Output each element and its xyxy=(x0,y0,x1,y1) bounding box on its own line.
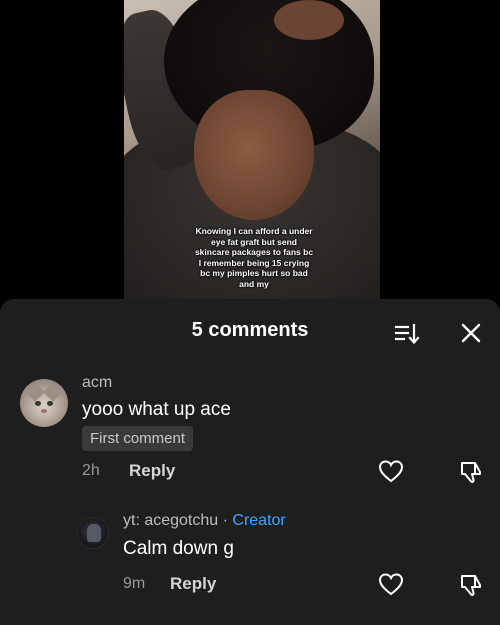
sort-icon[interactable] xyxy=(393,320,421,348)
cat-avatar[interactable] xyxy=(20,379,68,427)
thumbs-down-icon[interactable] xyxy=(458,459,484,485)
comments-title: 5 comments xyxy=(191,319,309,341)
username-separator: · xyxy=(218,512,233,529)
cat-ear-icon xyxy=(43,382,63,402)
reply-username-text[interactable]: yt: acegotchu xyxy=(123,512,218,529)
video-frame[interactable]: Knowing I can afford a under eye fat gra… xyxy=(124,0,380,305)
close-icon[interactable] xyxy=(457,319,485,347)
first-comment-badge: First comment xyxy=(82,426,194,451)
cat-nose-icon xyxy=(41,409,47,413)
cat-eye-icon xyxy=(47,401,53,406)
reply-username[interactable]: yt: acegotchu · Creator xyxy=(123,512,286,530)
video-subject-face xyxy=(194,90,314,220)
cat-ear-icon xyxy=(25,382,45,402)
video-caption: Knowing I can afford a under eye fat gra… xyxy=(194,226,314,289)
video-subject-hand xyxy=(274,0,344,40)
reply-button[interactable]: Reply xyxy=(129,461,175,481)
avatar-figure-icon xyxy=(87,524,101,542)
like-icon[interactable] xyxy=(378,459,404,485)
comment-username[interactable]: acm xyxy=(82,374,112,392)
creator-label: Creator xyxy=(232,512,286,529)
reply-text: Calm down g xyxy=(123,538,234,559)
comment-text: yooo what up ace xyxy=(82,399,231,420)
user-avatar[interactable] xyxy=(77,517,109,549)
reply-timestamp: 9m xyxy=(123,575,146,592)
comments-sheet: 5 comments acm yooo what up ace First co… xyxy=(0,299,500,625)
reply-button[interactable]: Reply xyxy=(170,574,216,594)
video-player[interactable]: Knowing I can afford a under eye fat gra… xyxy=(0,0,500,305)
comments-header: 5 comments xyxy=(0,299,500,363)
like-icon[interactable] xyxy=(378,572,404,598)
cat-eye-icon xyxy=(35,401,41,406)
thumbs-down-icon[interactable] xyxy=(458,572,484,598)
comment-timestamp: 2h xyxy=(82,462,100,479)
